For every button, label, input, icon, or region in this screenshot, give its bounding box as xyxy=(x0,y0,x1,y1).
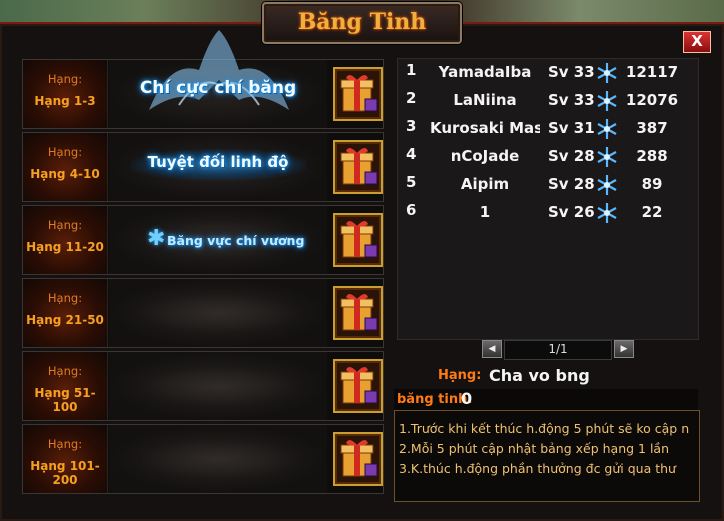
player-name: Kurosaki Mas xyxy=(430,119,540,137)
tier-row-4: Hạng: Hạng 21-50 xyxy=(22,278,384,348)
server-label: Sv 33 xyxy=(548,91,595,109)
pagination: ◀ 1/1 ▶ xyxy=(482,340,634,360)
tier-title-text: Tuyệt đối linh độ xyxy=(147,153,289,171)
rank-position: 1 xyxy=(406,61,417,79)
score-value: 387 xyxy=(636,119,668,137)
tier-rank-range: Hạng 11-20 xyxy=(26,240,104,254)
tier-title-cell xyxy=(109,279,327,347)
tier-rank-cell: Hạng: Hạng 4-10 xyxy=(23,133,108,201)
note-line: 3.K.thúc h.động phần thưởng đc gửi qua t… xyxy=(399,461,676,476)
player-name: nCoJade xyxy=(450,147,520,165)
tier-row-6: Hạng: Hạng 101-200 xyxy=(22,424,384,494)
tier-rank-range: Hạng 101-200 xyxy=(30,459,100,487)
reward-cell[interactable] xyxy=(331,284,383,340)
score-value: 12117 xyxy=(625,63,679,81)
ice-crystal-icon xyxy=(596,90,618,116)
tier-title-cell: Chí cực chí băng xyxy=(109,30,327,128)
notes-panel: 1.Trước khi kết thúc h.động 5 phút sẽ ko… xyxy=(394,410,700,502)
tier-rank-label: Hạng: xyxy=(47,437,83,451)
prev-page-button[interactable]: ◀ xyxy=(482,340,502,358)
tier-rank-range: Hạng 21-50 xyxy=(26,313,104,327)
rank-position: 5 xyxy=(406,173,417,191)
leaderboard-row[interactable]: 4 nCoJade Sv 28 288 xyxy=(398,143,698,170)
rank-position: 2 xyxy=(406,89,417,107)
player-name: Aipim xyxy=(460,175,510,193)
reward-cell[interactable] xyxy=(331,211,383,267)
ice-crystal-icon xyxy=(596,62,618,88)
note-line: 1.Trước khi kết thúc h.động 5 phút sẽ ko… xyxy=(399,421,690,436)
my-rank-value: Cha vo bng xyxy=(489,366,590,385)
tier-title-text: Băng vực chí vương xyxy=(167,233,305,248)
server-label: Sv 31 xyxy=(548,119,595,137)
ice-crystal-icon xyxy=(596,118,618,144)
server-label: Sv 28 xyxy=(548,175,595,193)
ice-crystal-icon xyxy=(596,146,618,172)
shadow-wing-decoration xyxy=(139,293,299,333)
tier-title-text: Chí cực chí băng xyxy=(139,78,297,98)
tier-title-cell: Tuyệt đối linh độ xyxy=(109,133,327,201)
tier-row-2: Hạng: Hạng 4-10 Tuyệt đối linh độ xyxy=(22,132,384,202)
tier-title-cell xyxy=(109,425,327,493)
player-name: YamadaIba xyxy=(438,63,532,81)
gift-box-icon[interactable] xyxy=(333,140,383,194)
leaderboard-row[interactable]: 1 YamadaIba Sv 33 12117 xyxy=(398,59,698,86)
tier-rank-cell: Hạng: Hạng 21-50 xyxy=(23,279,108,347)
next-page-button[interactable]: ▶ xyxy=(614,340,634,358)
rank-position: 4 xyxy=(406,145,417,163)
crystal-value: 0 xyxy=(461,389,473,408)
note-line: 2.Mỗi 5 phút cập nhật bảng xếp hạng 1 lầ… xyxy=(399,441,670,456)
tier-rank-cell: Hạng: Hạng 51-100 xyxy=(23,352,108,420)
shadow-wing-decoration xyxy=(139,366,299,406)
tier-rank-range: Hạng 4-10 xyxy=(30,167,100,181)
reward-cell[interactable] xyxy=(331,357,383,413)
tier-row-1: Hạng: Hạng 1-3 Chí cực chí băng xyxy=(22,30,384,129)
leaderboard-panel: 1 YamadaIba Sv 33 12117 2 LaNiina Sv 33 … xyxy=(397,58,699,340)
gift-box-icon[interactable] xyxy=(333,213,383,267)
page-indicator: 1/1 xyxy=(504,340,612,360)
tier-rank-cell: Hạng: Hạng 101-200 xyxy=(23,425,108,493)
score-value: 288 xyxy=(636,147,668,165)
score-value: 89 xyxy=(641,175,663,193)
tier-row-5: Hạng: Hạng 51-100 xyxy=(22,351,384,421)
tier-title-cell xyxy=(109,352,327,420)
page-number: 1/1 xyxy=(548,342,568,356)
leaderboard-row[interactable]: 6 1 Sv 26 22 xyxy=(398,199,698,226)
player-name: 1 xyxy=(479,203,491,221)
tier-rank-cell: Hạng: Hạng 1-3 xyxy=(23,60,108,128)
ice-crystal-icon xyxy=(596,174,618,200)
leaderboard-row[interactable]: 3 Kurosaki Mas Sv 31 387 xyxy=(398,115,698,142)
server-label: Sv 33 xyxy=(548,63,595,81)
tier-rank-label: Hạng: xyxy=(47,145,83,159)
my-rank-label: Hạng: xyxy=(438,368,482,383)
reward-cell[interactable] xyxy=(331,65,383,121)
tier-rank-label: Hạng: xyxy=(47,291,83,305)
leaderboard-row[interactable]: 5 Aipim Sv 28 89 xyxy=(398,171,698,198)
reward-cell[interactable] xyxy=(331,138,383,194)
server-label: Sv 26 xyxy=(548,203,595,221)
close-button[interactable]: X xyxy=(683,31,711,53)
tier-rank-range: Hạng 1-3 xyxy=(34,94,96,108)
tier-rank-range: Hạng 51-100 xyxy=(34,386,96,414)
score-value: 12076 xyxy=(625,91,679,109)
rank-position: 6 xyxy=(406,201,417,219)
tier-rank-label: Hạng: xyxy=(47,364,83,378)
reward-cell[interactable] xyxy=(331,430,383,486)
gift-box-icon[interactable] xyxy=(333,67,383,121)
gift-box-icon[interactable] xyxy=(333,286,383,340)
tier-row-3: Hạng: Hạng 11-20 ✱ Băng vực chí vương xyxy=(22,205,384,275)
gift-box-icon[interactable] xyxy=(333,432,383,486)
tier-rank-label: Hạng: xyxy=(47,72,83,86)
ice-crystal-icon xyxy=(596,202,618,228)
player-name: LaNiina xyxy=(453,91,517,109)
rank-position: 3 xyxy=(406,117,417,135)
shadow-wing-decoration xyxy=(139,439,299,479)
tier-rank-cell: Hạng: Hạng 11-20 xyxy=(23,206,108,274)
server-label: Sv 28 xyxy=(548,147,595,165)
tier-rank-label: Hạng: xyxy=(47,218,83,232)
score-value: 22 xyxy=(641,203,663,221)
leaderboard-row[interactable]: 2 LaNiina Sv 33 12076 xyxy=(398,87,698,114)
tier-title-cell: ✱ Băng vực chí vương xyxy=(109,206,327,274)
snowflake-icon: ✱ xyxy=(147,226,166,251)
gift-box-icon[interactable] xyxy=(333,359,383,413)
